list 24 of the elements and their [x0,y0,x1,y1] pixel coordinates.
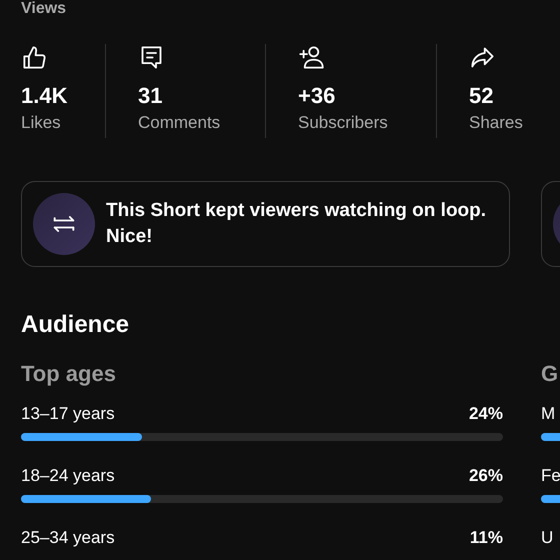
stat-value: 1.4K [21,83,68,109]
stat-label: Comments [138,113,220,133]
stat-value: 31 [138,83,162,109]
stat-value: +36 [298,83,336,109]
panel-title: Top ages [21,361,117,387]
section-label: Views [21,0,68,18]
stat-value: 52 [469,83,494,109]
insight-text: This Short kept viewers watching on loop. Nice! [106,199,488,249]
stat-label: Likes [21,113,61,133]
row-value: 11% [470,527,503,549]
stat-label: Shares [469,113,523,133]
row-label: 25–34 years [21,527,115,549]
row-label: 13–17 years [21,403,115,425]
row-label: 18–24 years [21,465,115,487]
row-label: U [541,527,554,549]
row-label: M [541,403,556,425]
row-value: 26% [468,465,503,487]
row-label: Fe [541,465,560,487]
section-title: Audience [21,311,130,339]
panel-title: G [541,361,560,387]
stat-label: Subscribers [298,113,388,133]
row-value: 24% [468,403,503,425]
add-person-icon [298,44,325,71]
thumbs-up-icon [21,44,48,71]
